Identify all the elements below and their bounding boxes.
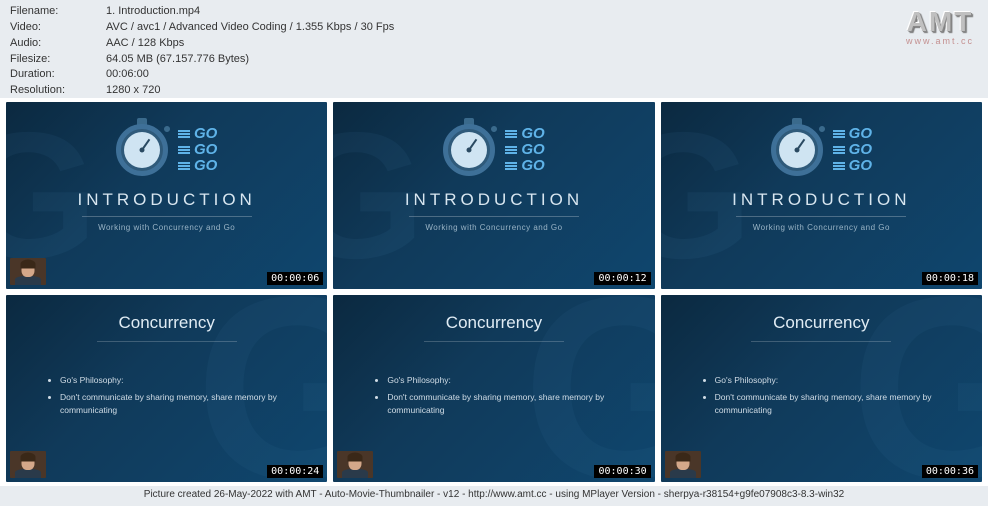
- webcam-overlay: [10, 258, 46, 285]
- timestamp: 00:00:24: [267, 465, 323, 478]
- go-text-stack: GOGOGO: [833, 126, 872, 173]
- amt-logo-text: AMT: [906, 6, 974, 38]
- timestamp: 00:00:06: [267, 272, 323, 285]
- thumbnail-2: G GOGOGO INTRODUCTION Working with Concu…: [333, 102, 654, 289]
- stopwatch-icon: [771, 124, 823, 176]
- thumbnails-grid: G GOGOGO INTRODUCTION Working with Concu…: [0, 98, 988, 486]
- video-value: AVC / avc1 / Advanced Video Coding / 1.3…: [106, 20, 394, 35]
- thumbnail-5: G Concurrency Go's Philosophy: Don't com…: [333, 295, 654, 482]
- slide-title: Concurrency: [36, 313, 297, 333]
- bullet-item: Go's Philosophy:: [387, 374, 624, 387]
- bullet-item: Go's Philosophy:: [715, 374, 952, 387]
- timestamp: 00:00:36: [922, 465, 978, 478]
- duration-value: 00:06:00: [106, 67, 149, 82]
- duration-label: Duration:: [10, 67, 106, 82]
- bullet-list: Go's Philosophy: Don't communicate by sh…: [363, 374, 624, 416]
- background-go-icon: G: [661, 102, 753, 289]
- filesize-label: Filesize:: [10, 52, 106, 67]
- stopwatch-icon: [443, 124, 495, 176]
- webcam-overlay: [337, 451, 373, 478]
- filename-value: 1. Introduction.mp4: [106, 4, 200, 19]
- webcam-overlay: [665, 451, 701, 478]
- filename-label: Filename:: [10, 4, 106, 19]
- footer-text: Picture created 26-May-2022 with AMT - A…: [0, 486, 988, 506]
- thumbnail-4: G Concurrency Go's Philosophy: Don't com…: [6, 295, 327, 482]
- bullet-list: Go's Philosophy: Don't communicate by sh…: [36, 374, 297, 416]
- slide-title: Concurrency: [363, 313, 624, 333]
- amt-logo-url: www.amt.cc: [906, 36, 974, 46]
- timestamp: 00:00:30: [594, 465, 650, 478]
- slide-title: Concurrency: [691, 313, 952, 333]
- info-header: Filename:1. Introduction.mp4 Video:AVC /…: [0, 0, 988, 98]
- bullet-item: Don't communicate by sharing memory, sha…: [387, 391, 624, 417]
- bullet-item: Don't communicate by sharing memory, sha…: [715, 391, 952, 417]
- bullet-list: Go's Philosophy: Don't communicate by sh…: [691, 374, 952, 416]
- filesize-value: 64.05 MB (67.157.776 Bytes): [106, 52, 249, 67]
- timestamp: 00:00:12: [594, 272, 650, 285]
- stopwatch-icon: [116, 124, 168, 176]
- amt-logo: AMT www.amt.cc: [906, 6, 974, 46]
- thumbnail-3: G GOGOGO INTRODUCTION Working with Concu…: [661, 102, 982, 289]
- resolution-label: Resolution:: [10, 83, 106, 98]
- thumbnail-1: G GOGOGO INTRODUCTION Working with Concu…: [6, 102, 327, 289]
- bullet-item: Go's Philosophy:: [60, 374, 297, 387]
- audio-label: Audio:: [10, 36, 106, 51]
- webcam-overlay: [10, 451, 46, 478]
- audio-value: AAC / 128 Kbps: [106, 36, 184, 51]
- go-text-stack: GOGOGO: [178, 126, 217, 173]
- background-go-icon: G: [333, 102, 425, 289]
- bullet-item: Don't communicate by sharing memory, sha…: [60, 391, 297, 417]
- resolution-value: 1280 x 720: [106, 83, 160, 98]
- timestamp: 00:00:18: [922, 272, 978, 285]
- video-label: Video:: [10, 20, 106, 35]
- go-text-stack: GOGOGO: [505, 126, 544, 173]
- thumbnail-6: G Concurrency Go's Philosophy: Don't com…: [661, 295, 982, 482]
